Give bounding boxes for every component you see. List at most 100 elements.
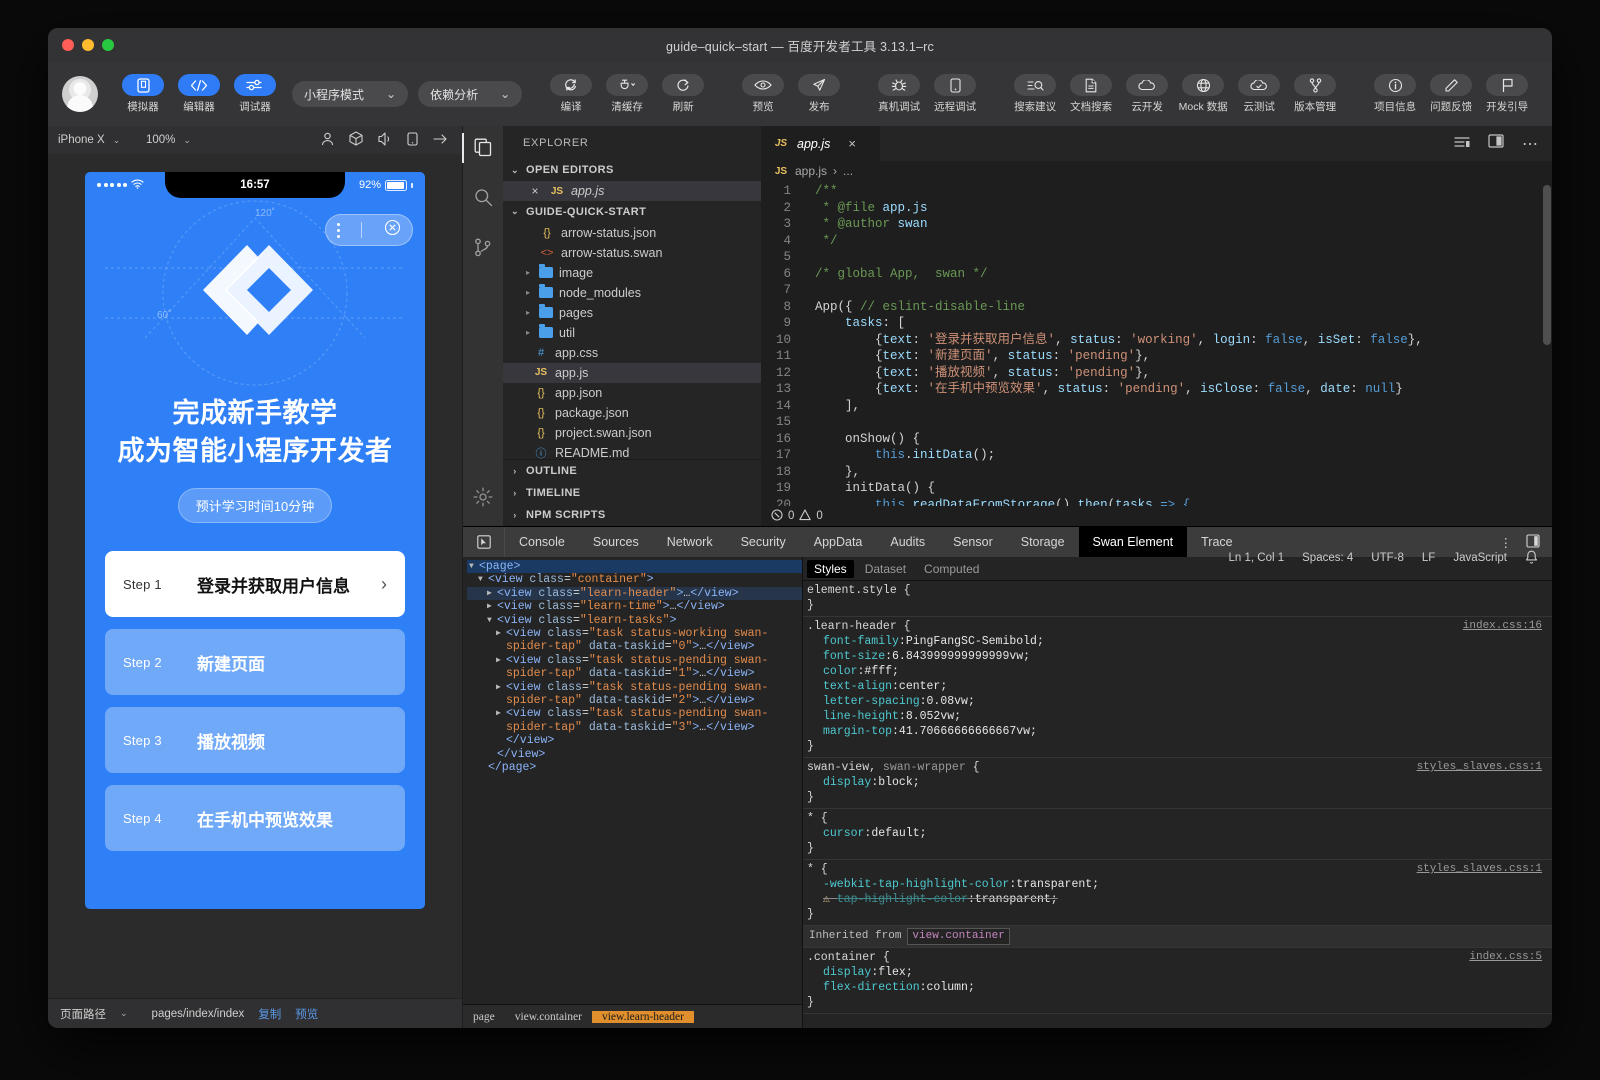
style-declaration[interactable]: display:flex;	[807, 965, 1552, 980]
zoom-select[interactable]: 100% ⌄	[146, 134, 232, 146]
file-row[interactable]: ⓘ README.md	[503, 443, 761, 459]
more-dots-icon[interactable]	[337, 223, 340, 238]
style-rule[interactable]: index.css:16.learn-header {font-family:P…	[803, 617, 1552, 758]
section-outline[interactable]: › OUTLINE	[503, 460, 761, 482]
dom-node[interactable]: ▶<view class="task status-pending swan-s…	[467, 654, 802, 681]
style-rule[interactable]: element.style {}	[803, 581, 1552, 617]
action-dev-guide[interactable]: 开发引导	[1480, 74, 1534, 114]
status-eol[interactable]: LF	[1422, 552, 1435, 564]
dom-node[interactable]: </view>	[467, 734, 802, 747]
copy-path-button[interactable]: 复制	[258, 1006, 281, 1022]
close-icon[interactable]: ×	[527, 184, 543, 198]
editor-tab-app-js[interactable]: JS app.js ×	[761, 126, 881, 161]
breadcrumb-rest[interactable]: ...	[843, 164, 853, 178]
section-npm-scripts[interactable]: › NPM SCRIPTS	[503, 504, 761, 526]
style-declaration[interactable]: cursor:default;	[807, 826, 1552, 841]
dom-node-twisty[interactable]: ▶	[469, 587, 497, 600]
style-source-link[interactable]: index.css:5	[1469, 950, 1542, 965]
code-content[interactable]: 1/**2 * @file app.js3 * @author swan4 */…	[761, 181, 1552, 506]
status-encoding[interactable]: UTF-8	[1371, 552, 1404, 564]
style-declaration[interactable]: color:#fff;	[807, 664, 1552, 679]
styles-tab-styles[interactable]: Styles	[807, 560, 854, 578]
action-cloud-test[interactable]: 云测试	[1232, 74, 1286, 114]
open-editor-app-js[interactable]: × JS app.js	[503, 181, 761, 201]
devtools-tab-appdata[interactable]: AppData	[800, 527, 877, 557]
close-icon[interactable]: ×	[848, 136, 856, 151]
search-icon[interactable]	[474, 188, 493, 212]
dom-node-twisty[interactable]	[469, 734, 506, 747]
dom-node-twisty[interactable]: ▼	[469, 573, 488, 586]
dom-node-twisty[interactable]: ▶	[469, 600, 497, 613]
file-row[interactable]: {} project.swan.json	[503, 423, 761, 443]
mode-editor[interactable]: 编辑器	[172, 74, 226, 114]
dropdown-dependency[interactable]: 依赖分析 ⌄	[418, 81, 522, 107]
dom-node-twisty[interactable]	[469, 761, 488, 774]
styles-tab-dataset[interactable]: Dataset	[858, 560, 913, 578]
dom-node-twisty[interactable]: ▼	[469, 560, 479, 573]
styles-list[interactable]: element.style {}index.css:16.learn-heade…	[803, 581, 1552, 1028]
style-declaration[interactable]: line-height:8.052vw;	[807, 709, 1552, 724]
device-select[interactable]: iPhone X ⌄	[58, 134, 146, 146]
action-search-suggest[interactable]: 搜索建议	[1008, 74, 1062, 114]
section-project[interactable]: ⌄ GUIDE-QUICK-START	[503, 201, 761, 223]
action-mock-data[interactable]: Mock 数据	[1176, 74, 1230, 114]
dom-node-twisty[interactable]	[469, 748, 497, 761]
editor-scrollbar[interactable]	[1543, 185, 1551, 345]
style-source-link[interactable]: styles_slaves.css:1	[1417, 760, 1542, 775]
action-version-control[interactable]: 版本管理	[1288, 74, 1342, 114]
breadcrumb-view-learn-header[interactable]: view.learn-header	[592, 1011, 694, 1023]
folder-row[interactable]: ▸ util	[503, 323, 761, 343]
mode-debugger[interactable]: 调试器	[228, 74, 282, 114]
task-item-3[interactable]: Step 4 在手机中预览效果	[105, 785, 405, 851]
action-feedback[interactable]: 问题反馈	[1424, 74, 1478, 114]
action-remote-debug[interactable]: 远程调试	[928, 74, 982, 114]
style-declaration[interactable]: letter-spacing:0.08vw;	[807, 694, 1552, 709]
file-row[interactable]: {} app.json	[503, 383, 761, 403]
split-layout-icon[interactable]	[1454, 135, 1470, 153]
style-rule[interactable]: styles_slaves.css:1swan-view, swan-wrapp…	[803, 758, 1552, 809]
devtools-tab-network[interactable]: Network	[653, 527, 727, 557]
more-icon[interactable]: ⋯	[1522, 134, 1538, 154]
dom-node-twisty[interactable]: ▼	[469, 614, 497, 627]
devtools-tab-audits[interactable]: Audits	[876, 527, 939, 557]
chevron-down-icon[interactable]: ⌄	[120, 1008, 128, 1019]
action-project-info[interactable]: 项目信息	[1368, 74, 1422, 114]
task-item-0[interactable]: Step 1 登录并获取用户信息 ›	[105, 551, 405, 617]
status-language[interactable]: JavaScript	[1453, 552, 1507, 564]
mode-simulator[interactable]: 模拟器	[116, 74, 170, 114]
file-row[interactable]: <> arrow-status.swan	[503, 243, 761, 263]
action-cloud-dev[interactable]: 云开发	[1120, 74, 1174, 114]
cube-icon[interactable]	[349, 131, 363, 149]
file-row[interactable]: {} package.json	[503, 403, 761, 423]
action-doc-search[interactable]: 文档搜索	[1064, 74, 1118, 114]
account-icon[interactable]	[321, 132, 334, 149]
style-declaration[interactable]: font-size:6.843999999999999vw;	[807, 649, 1552, 664]
file-row-app-js[interactable]: JS app.js	[503, 363, 761, 383]
action-publish[interactable]: 发布	[792, 74, 846, 114]
dom-node-twisty[interactable]: ▶	[469, 707, 506, 734]
dropdown-app-mode[interactable]: 小程序模式 ⌄	[292, 81, 408, 107]
capsule-button[interactable]	[325, 214, 413, 246]
style-source-link[interactable]: index.css:16	[1463, 619, 1542, 634]
source-control-icon[interactable]	[474, 238, 492, 262]
action-compile[interactable]: 编译	[544, 74, 598, 114]
device-rotate-icon[interactable]	[407, 132, 418, 149]
style-source-link[interactable]: styles_slaves.css:1	[1417, 862, 1542, 877]
dom-node-twisty[interactable]: ▶	[469, 681, 506, 708]
dom-node[interactable]: </page>	[467, 761, 802, 774]
dom-node[interactable]: ▼<view class="container">	[467, 573, 802, 586]
folder-row[interactable]: ▸ node_modules	[503, 283, 761, 303]
style-rule[interactable]: * {cursor:default;}	[803, 809, 1552, 860]
dom-node[interactable]: ▼<view class="learn-tasks">	[467, 614, 802, 627]
dom-node[interactable]: ▶<view class="task status-pending swan-s…	[467, 707, 802, 734]
style-declaration[interactable]: margin-top:41.70666666666667vw;	[807, 724, 1552, 739]
breadcrumb-view-container[interactable]: view.container	[505, 1011, 592, 1023]
action-preview[interactable]: 预览	[736, 74, 790, 114]
breadcrumb-file[interactable]: app.js	[795, 164, 827, 178]
folder-row[interactable]: ▸ image	[503, 263, 761, 283]
dom-node[interactable]: ▶<view class="task status-working swan-s…	[467, 627, 802, 654]
section-timeline[interactable]: › TIMELINE	[503, 482, 761, 504]
dom-node[interactable]: </view>	[467, 748, 802, 761]
section-open-editors[interactable]: ⌄ OPEN EDITORS	[503, 160, 761, 182]
avatar[interactable]	[62, 76, 98, 112]
